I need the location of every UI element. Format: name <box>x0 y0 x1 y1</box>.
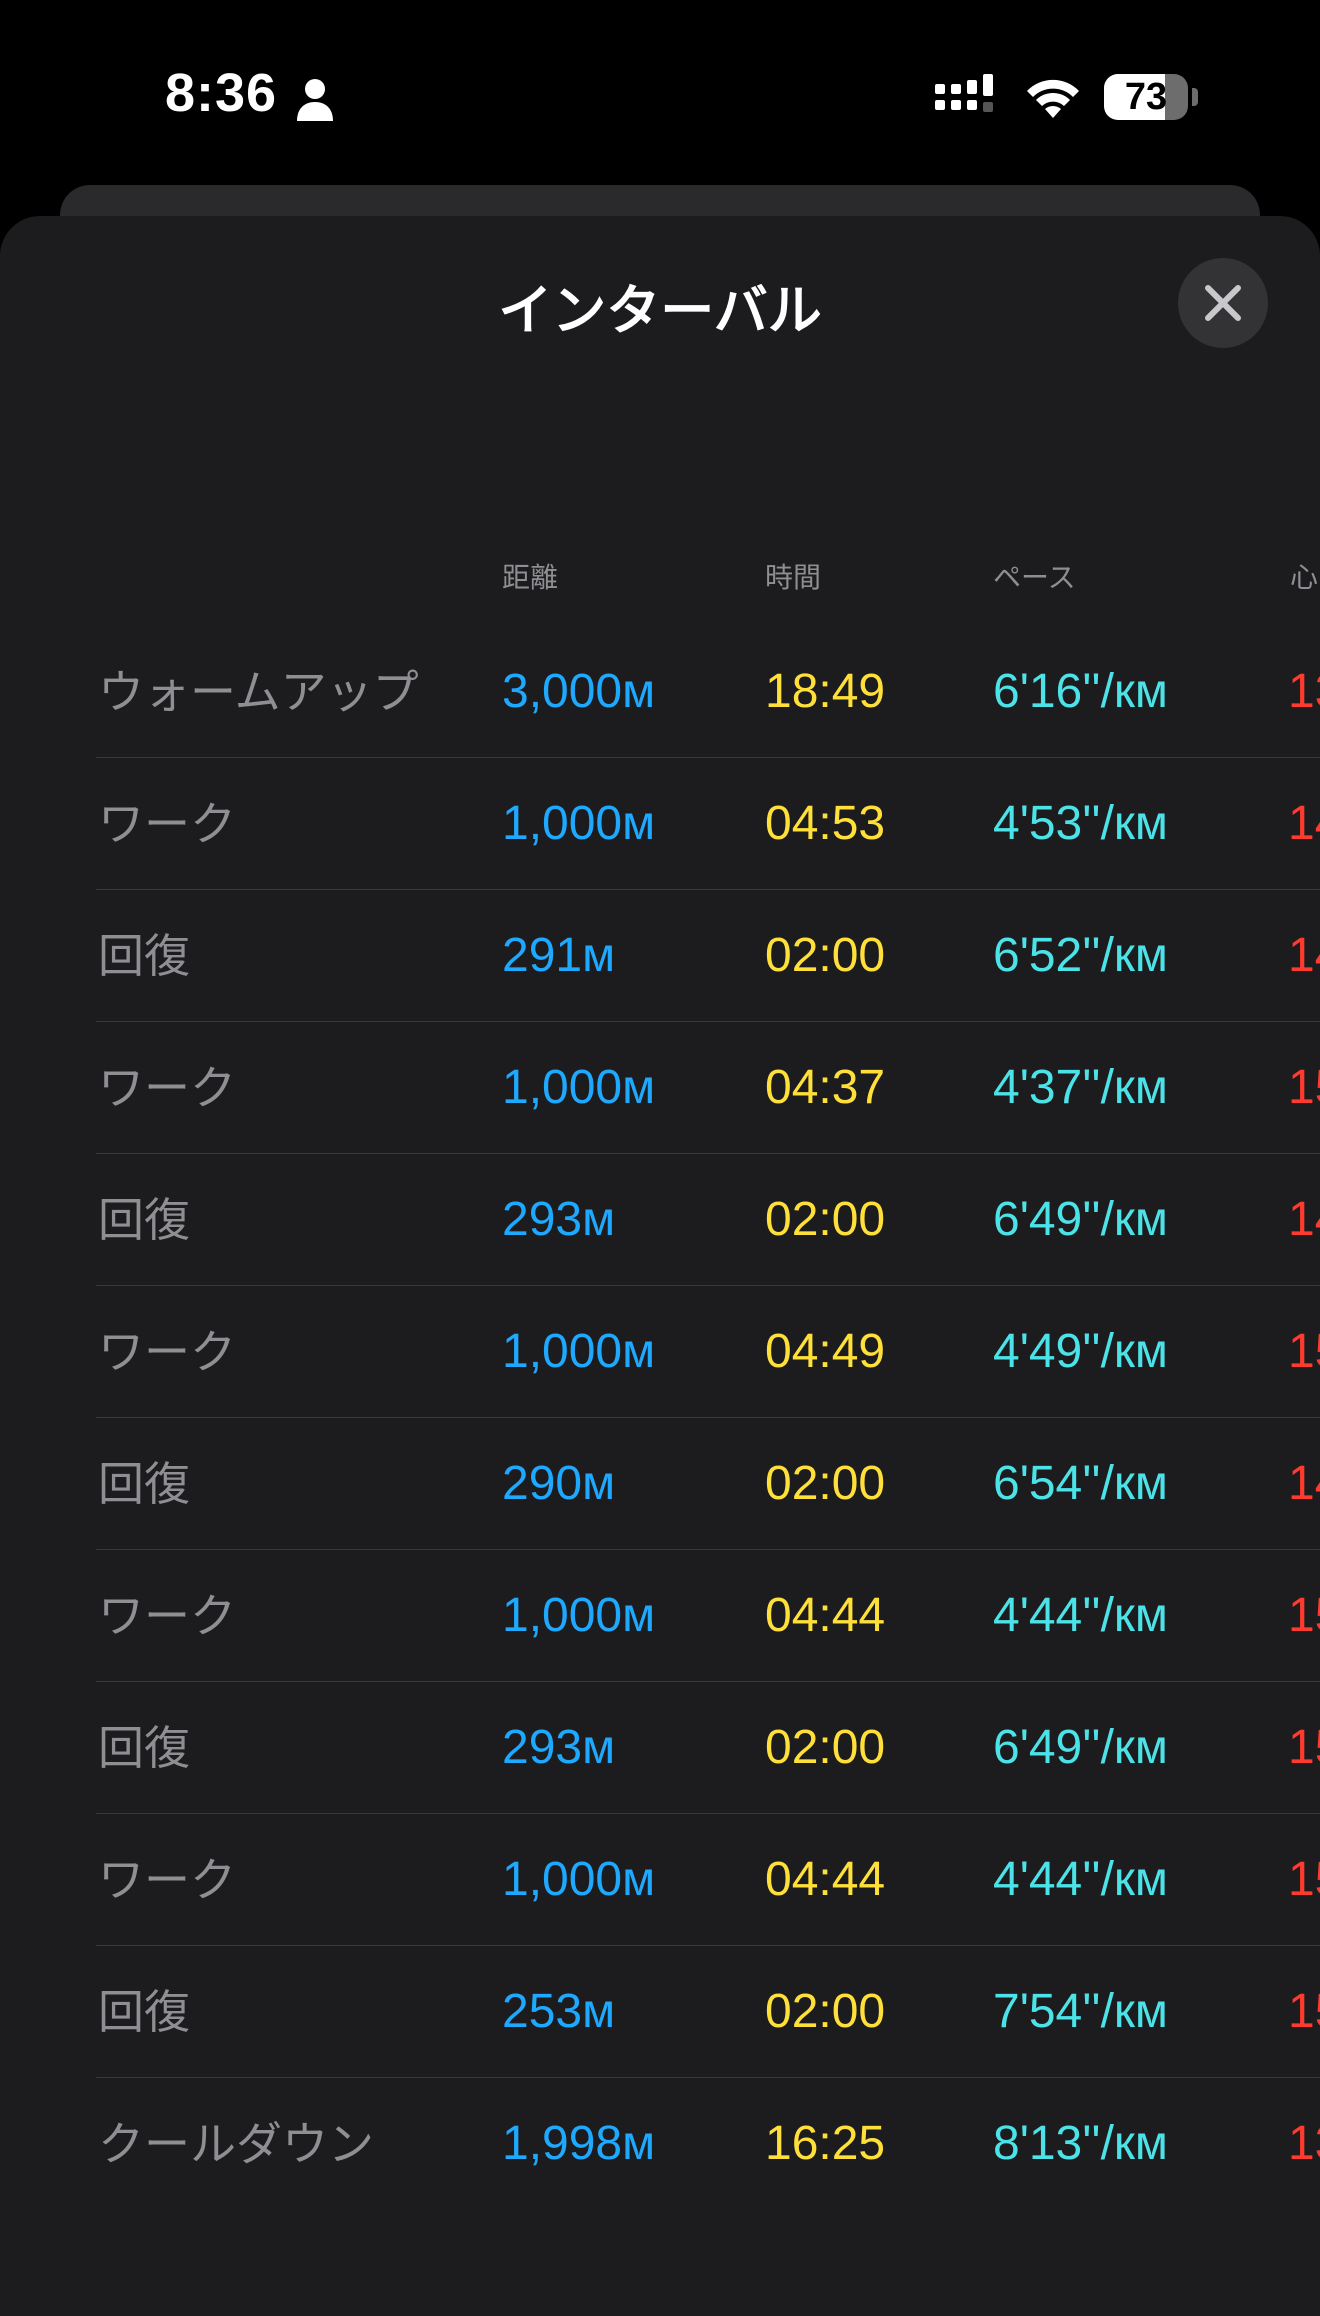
interval-distance: 1,000м <box>502 797 656 850</box>
interval-heart-rate: 14 <box>1288 1193 1320 1246</box>
interval-pace: 6'54''/км <box>993 1457 1168 1510</box>
interval-label: ワーク <box>98 1589 236 1643</box>
interval-time: 04:53 <box>765 797 886 850</box>
interval-distance: 253м <box>502 1985 616 2038</box>
interval-heart-rate: 13 <box>1288 665 1320 718</box>
status-time: 8:36 <box>165 63 278 123</box>
interval-heart-rate: 15 <box>1288 1721 1320 1774</box>
interval-distance: 1,000м <box>502 1589 656 1642</box>
interval-label: 回復 <box>98 1721 190 1775</box>
interval-pace: 4'44''/км <box>993 1853 1168 1906</box>
interval-time: 02:00 <box>765 1721 886 1774</box>
wifi-icon <box>1027 79 1079 118</box>
cellular-signal-icon <box>935 74 993 112</box>
interval-time: 02:00 <box>765 1457 886 1510</box>
interval-time: 02:00 <box>765 1985 886 2038</box>
interval-pace: 8'13''/км <box>993 2117 1168 2170</box>
interval-pace: 6'16''/км <box>993 665 1168 718</box>
interval-time: 04:44 <box>765 1853 886 1906</box>
battery-level: 73 <box>1124 76 1168 118</box>
table-row: 回復 293м 02:00 6'49''/км 15 <box>0 1682 1320 1814</box>
interval-distance: 293м <box>502 1193 616 1246</box>
table-row: ワーク 1,000м 04:44 4'44''/км 15 <box>0 1550 1320 1682</box>
interval-heart-rate: 15 <box>1288 1853 1320 1906</box>
interval-label: 回復 <box>98 1193 190 1247</box>
interval-distance: 3,000м <box>502 665 656 718</box>
table-row: 回復 293м 02:00 6'49''/км 14 <box>0 1154 1320 1286</box>
interval-distance: 1,000м <box>502 1853 656 1906</box>
interval-pace: 4'53''/км <box>993 797 1168 850</box>
interval-distance: 1,000м <box>502 1061 656 1114</box>
close-button[interactable] <box>1178 258 1268 348</box>
header-time: 時間 <box>765 561 822 594</box>
interval-time: 04:44 <box>765 1589 886 1642</box>
interval-pace: 4'37''/км <box>993 1061 1168 1114</box>
interval-heart-rate: 15 <box>1288 1061 1320 1114</box>
interval-pace: 4'49''/км <box>993 1325 1168 1378</box>
battery-tip <box>1192 88 1198 106</box>
interval-pace: 6'49''/км <box>993 1721 1168 1774</box>
table-row: ワーク 1,000м 04:49 4'49''/км 15 <box>0 1286 1320 1418</box>
interval-label: 回復 <box>98 1457 190 1511</box>
table-body: ウォームアップ 3,000м 18:49 6'16''/км 13 ワーク 1,000м 04… <box>0 626 1320 2210</box>
interval-label: ワーク <box>98 1325 236 1379</box>
interval-label: ワーク <box>98 797 236 851</box>
interval-heart-rate: 15 <box>1288 1589 1320 1642</box>
table-row: ワーク 1,000м 04:53 4'53''/км 14 <box>0 758 1320 890</box>
interval-distance: 1,998м <box>502 2117 656 2170</box>
interval-label: ウォームアップ <box>98 665 419 719</box>
close-icon <box>1205 285 1241 321</box>
interval-heart-rate: 14 <box>1288 797 1320 850</box>
interval-pace: 6'52''/км <box>993 929 1168 982</box>
interval-label: 回復 <box>98 929 190 983</box>
person-icon <box>297 79 333 121</box>
interval-time: 02:00 <box>765 929 886 982</box>
table-row: ワーク 1,000м 04:37 4'37''/км 15 <box>0 1022 1320 1154</box>
interval-heart-rate: 14 <box>1288 1457 1320 1510</box>
battery-body: 73 <box>1104 74 1188 120</box>
table-header: 距離 時間 ペース 心 <box>0 526 1320 626</box>
interval-time: 02:00 <box>765 1193 886 1246</box>
table-row: クールダウン 1,998м 16:25 8'13''/км 13 <box>0 2078 1320 2210</box>
interval-time: 16:25 <box>765 2117 886 2170</box>
interval-pace: 4'44''/км <box>993 1589 1168 1642</box>
interval-label: ワーク <box>98 1853 236 1907</box>
interval-time: 04:37 <box>765 1061 886 1114</box>
table-row: 回復 291м 02:00 6'52''/км 14 <box>0 890 1320 1022</box>
header-heart-rate: 心 <box>1290 561 1319 594</box>
table-row: 回復 253м 02:00 7'54''/км 15 <box>0 1946 1320 2078</box>
interval-distance: 290м <box>502 1457 616 1510</box>
header-pace: ペース <box>993 561 1076 594</box>
interval-distance: 291м <box>502 929 616 982</box>
interval-time: 04:49 <box>765 1325 886 1378</box>
interval-label: 回復 <box>98 1985 190 2039</box>
interval-pace: 7'54''/км <box>993 1985 1168 2038</box>
sheet-title: インターバル <box>498 279 822 342</box>
interval-sheet: インターバル 距離 時間 ペース 心 ウォームアップ 3,000м 18:49 6'1… <box>0 216 1320 2316</box>
interval-time: 18:49 <box>765 665 886 718</box>
interval-distance: 1,000м <box>502 1325 656 1378</box>
status-bar: 8:36 73 <box>0 0 1320 190</box>
table-row: ワーク 1,000м 04:44 4'44''/км 15 <box>0 1814 1320 1946</box>
table-row: ウォームアップ 3,000м 18:49 6'16''/км 13 <box>0 626 1320 758</box>
interval-pace: 6'49''/км <box>993 1193 1168 1246</box>
header-distance: 距離 <box>502 561 559 594</box>
interval-heart-rate: 15 <box>1288 1985 1320 2038</box>
interval-heart-rate: 13 <box>1288 2117 1320 2170</box>
table-row: 回復 290м 02:00 6'54''/км 14 <box>0 1418 1320 1550</box>
interval-distance: 293м <box>502 1721 616 1774</box>
interval-heart-rate: 15 <box>1288 1325 1320 1378</box>
battery-indicator: 73 <box>1104 74 1198 120</box>
interval-heart-rate: 14 <box>1288 929 1320 982</box>
interval-label: クールダウン <box>98 2117 374 2171</box>
interval-table: 距離 時間 ペース 心 ウォームアップ 3,000м 18:49 6'16''/км 1… <box>0 526 1320 2210</box>
interval-label: ワーク <box>98 1061 236 1115</box>
